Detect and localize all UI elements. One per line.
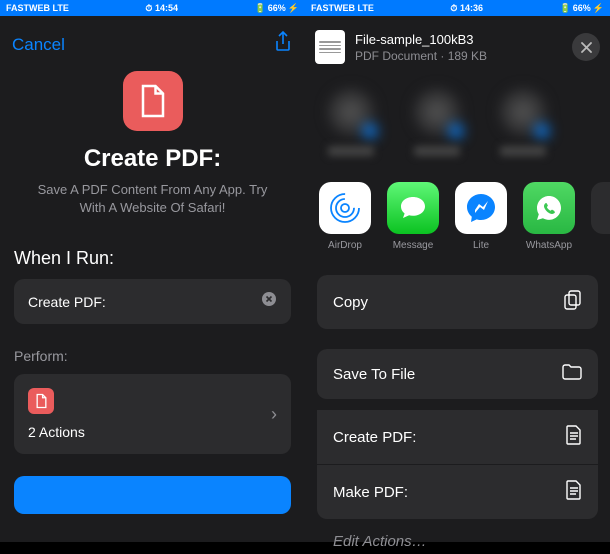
battery-label: 66% bbox=[573, 3, 591, 13]
actions-count: 2 Actions bbox=[28, 424, 85, 440]
airdrop-contacts-row bbox=[305, 74, 610, 172]
clear-icon[interactable] bbox=[261, 291, 277, 312]
share-app-whatsapp[interactable]: WhatsApp bbox=[523, 182, 575, 251]
share-app-more[interactable]: Me bbox=[591, 182, 610, 251]
time-label: 14:54 bbox=[155, 3, 178, 13]
nav-bar: Cancel bbox=[0, 16, 305, 67]
action-label: Copy bbox=[333, 294, 368, 311]
time-label: 14:36 bbox=[460, 3, 483, 13]
when-run-label: When I Run: bbox=[0, 248, 305, 269]
perform-label: Perform: bbox=[0, 348, 305, 364]
battery-icon: 🔋 bbox=[255, 3, 266, 14]
shortcut-description: Save A PDF Content From Any App. Try Wit… bbox=[0, 181, 305, 216]
share-app-label: WhatsApp bbox=[526, 240, 572, 251]
more-icon bbox=[591, 182, 610, 234]
file-name: File-sample_100kB3 bbox=[355, 32, 562, 47]
cancel-button[interactable]: Cancel bbox=[12, 35, 65, 55]
share-app-airdrop[interactable]: AirDrop bbox=[319, 182, 371, 251]
document-icon bbox=[566, 425, 582, 449]
document-icon bbox=[566, 480, 582, 504]
share-app-label: Message bbox=[393, 240, 434, 251]
airdrop-icon bbox=[319, 182, 371, 234]
share-icon[interactable] bbox=[273, 30, 293, 59]
file-meta: PDF Document · 189 KB bbox=[355, 49, 562, 63]
when-run-value: Create PDF: bbox=[28, 294, 106, 310]
share-app-lite[interactable]: Lite bbox=[455, 182, 507, 251]
contact-item[interactable] bbox=[407, 88, 467, 162]
share-app-label: Lite bbox=[473, 240, 489, 251]
action-create-pdf[interactable]: Create PDF: bbox=[317, 410, 598, 465]
when-run-card[interactable]: Create PDF: bbox=[14, 279, 291, 324]
status-bar: FASTWEB LTE ⏱ 14:54 🔋 66% ⚡ bbox=[0, 0, 305, 16]
contact-item[interactable] bbox=[321, 88, 381, 162]
document-icon bbox=[28, 388, 54, 414]
whatsapp-icon bbox=[523, 182, 575, 234]
close-button[interactable] bbox=[572, 33, 600, 61]
battery-bolt-icon: ⚡ bbox=[288, 3, 299, 14]
copy-icon bbox=[564, 290, 582, 314]
action-list: Copy Save To File Create PDF: Make PD bbox=[317, 275, 598, 554]
battery-icon: 🔋 bbox=[560, 3, 571, 14]
folder-icon bbox=[562, 364, 582, 384]
shortcut-title: Create PDF: bbox=[0, 145, 305, 173]
add-shortcut-button[interactable] bbox=[14, 476, 291, 514]
contact-item[interactable] bbox=[493, 88, 553, 162]
status-bar: FASTWEB LTE ⏱ 14:36 🔋 66% ⚡ bbox=[305, 0, 610, 16]
clock-icon: ⏱ bbox=[450, 3, 457, 13]
share-sheet-pane: FASTWEB LTE ⏱ 14:36 🔋 66% ⚡ File-sample_… bbox=[305, 0, 610, 542]
action-make-pdf[interactable]: Make PDF: bbox=[317, 465, 598, 519]
actions-card[interactable]: 2 Actions › bbox=[14, 374, 291, 454]
carrier-label: FASTWEB LTE bbox=[311, 3, 374, 13]
share-app-message[interactable]: Message bbox=[387, 182, 439, 251]
message-icon bbox=[387, 182, 439, 234]
battery-bolt-icon: ⚡ bbox=[593, 3, 604, 14]
action-copy[interactable]: Copy bbox=[317, 275, 598, 329]
action-label: Make PDF: bbox=[333, 484, 408, 501]
shortcut-detail-pane: FASTWEB LTE ⏱ 14:54 🔋 66% ⚡ Cancel Creat… bbox=[0, 0, 305, 542]
battery-label: 66% bbox=[268, 3, 286, 13]
share-apps-row: AirDrop Message Lite WhatsApp Me bbox=[305, 172, 610, 257]
action-label: Save To File bbox=[333, 366, 415, 383]
action-label: Create PDF: bbox=[333, 429, 416, 446]
action-save-to-file[interactable]: Save To File bbox=[317, 349, 598, 400]
file-thumbnail-icon bbox=[315, 30, 345, 64]
carrier-label: FASTWEB LTE bbox=[6, 3, 69, 13]
shortcut-app-icon bbox=[123, 71, 183, 131]
messenger-lite-icon bbox=[455, 182, 507, 234]
clock-icon: ⏱ bbox=[145, 3, 152, 13]
file-header: File-sample_100kB3 PDF Document · 189 KB bbox=[305, 16, 610, 74]
chevron-right-icon: › bbox=[271, 404, 277, 425]
share-app-label: AirDrop bbox=[328, 240, 362, 251]
